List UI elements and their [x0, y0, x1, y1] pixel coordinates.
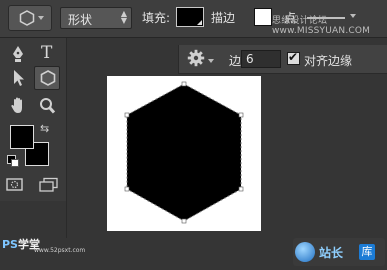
polygon-icon: [40, 70, 56, 86]
dropdown-corner-icon: [197, 20, 202, 25]
stroke-label: 描边: [211, 11, 236, 25]
quick-mask-icon: [6, 178, 23, 191]
arrow-icon: [14, 70, 24, 86]
fill-color-swatch[interactable]: [176, 7, 204, 27]
chevron-down-icon[interactable]: [208, 59, 214, 63]
zoom-tool[interactable]: [34, 94, 60, 118]
options-bar: 形状 ▲ ▼ 填充: 描边 点 思缘设计论坛 www.MISSYUAN.COM: [0, 0, 387, 38]
pen-tool[interactable]: [5, 42, 31, 66]
align-edges-label: 对齐边缘: [304, 54, 353, 68]
default-colors-icon[interactable]: [7, 155, 19, 167]
watermark-text: 思缘设计论坛 www.MISSYUAN.COM: [272, 16, 371, 36]
hand-icon: [11, 97, 22, 113]
type-icon: T: [41, 43, 53, 63]
chevron-down-icon: [38, 16, 44, 20]
site-logo-badge: 库: [359, 244, 375, 260]
hexagon-shape[interactable]: [107, 76, 261, 231]
ps-logo-prefix: PS: [2, 238, 18, 251]
mode-select-value: 形状: [68, 13, 93, 27]
magnifier-icon: [40, 98, 56, 114]
sides-input[interactable]: [241, 50, 281, 68]
site-url: www.52psxt.com: [34, 247, 86, 254]
hand-tool[interactable]: [5, 94, 31, 118]
site-logo-name: 站长: [319, 246, 344, 260]
quick-mask-button[interactable]: [5, 177, 25, 193]
type-tool[interactable]: T: [34, 42, 60, 66]
checkmark-icon: ✔: [288, 50, 299, 64]
site-logo: 站长 库: [293, 238, 385, 266]
screen-mode-button[interactable]: [38, 177, 60, 193]
mode-select[interactable]: 形状 ▲ ▼: [60, 7, 132, 29]
updown-arrows-icon: ▲ ▼: [120, 9, 127, 25]
fill-label: 填充:: [142, 11, 171, 25]
polygon-tool[interactable]: [34, 66, 60, 90]
pen-icon: [13, 46, 23, 62]
foreground-color-swatch[interactable]: [10, 125, 34, 149]
polygon-icon: [19, 10, 35, 26]
stroke-color-swatch[interactable]: [254, 8, 272, 26]
default-bg-square: [11, 159, 19, 167]
align-edges-checkbox[interactable]: ✔: [287, 50, 300, 65]
path-select-tool[interactable]: [5, 66, 31, 90]
tool-preset-picker[interactable]: [8, 5, 52, 31]
swap-colors-icon[interactable]: ⇆: [40, 122, 49, 135]
tools-panel: T ⇆: [0, 38, 66, 201]
globe-icon: [295, 242, 315, 262]
document-canvas[interactable]: [107, 76, 261, 231]
gear-icon[interactable]: [187, 49, 205, 67]
polygon-options-bar: 边: ✔ 对齐边缘: [178, 45, 387, 74]
panel-divider: [66, 38, 67, 238]
screen-mode-icon: [39, 177, 58, 192]
